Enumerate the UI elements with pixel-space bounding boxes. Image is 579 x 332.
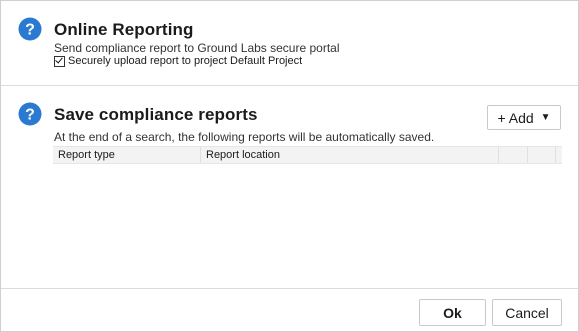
save-reports-title: Save compliance reports (54, 105, 258, 124)
online-reporting-section: ? Online Reporting Send compliance repor… (1, 1, 578, 86)
chevron-down-icon: ▼ (540, 112, 551, 123)
column-header-action-1 (499, 147, 528, 163)
online-reporting-title: Online Reporting (54, 20, 194, 39)
column-header-action-2 (528, 147, 556, 163)
add-report-button[interactable]: + Add ▼ (487, 105, 561, 130)
help-icon[interactable]: ? (18, 17, 42, 41)
help-icon[interactable]: ? (18, 102, 42, 126)
add-report-label: + Add (497, 109, 534, 126)
ok-button[interactable]: Ok (419, 299, 486, 326)
cancel-button[interactable]: Cancel (492, 299, 562, 326)
secure-upload-checkbox[interactable] (54, 55, 65, 67)
compliance-settings-dialog: ? Online Reporting Send compliance repor… (0, 0, 579, 332)
online-reporting-subtitle: Send compliance report to Ground Labs se… (54, 41, 340, 55)
dialog-footer: Ok Cancel (1, 288, 578, 332)
secure-upload-label: Securely upload report to project Defaul… (68, 55, 303, 67)
column-header-report-location[interactable]: Report location (201, 147, 499, 163)
svg-text:?: ? (25, 107, 35, 124)
save-reports-description: At the end of a search, the following re… (54, 130, 435, 144)
secure-upload-option[interactable]: Securely upload report to project Defaul… (54, 55, 302, 67)
reports-table-header: Report type Report location (53, 146, 562, 164)
svg-text:?: ? (25, 22, 35, 39)
column-header-report-type[interactable]: Report type (53, 147, 201, 163)
